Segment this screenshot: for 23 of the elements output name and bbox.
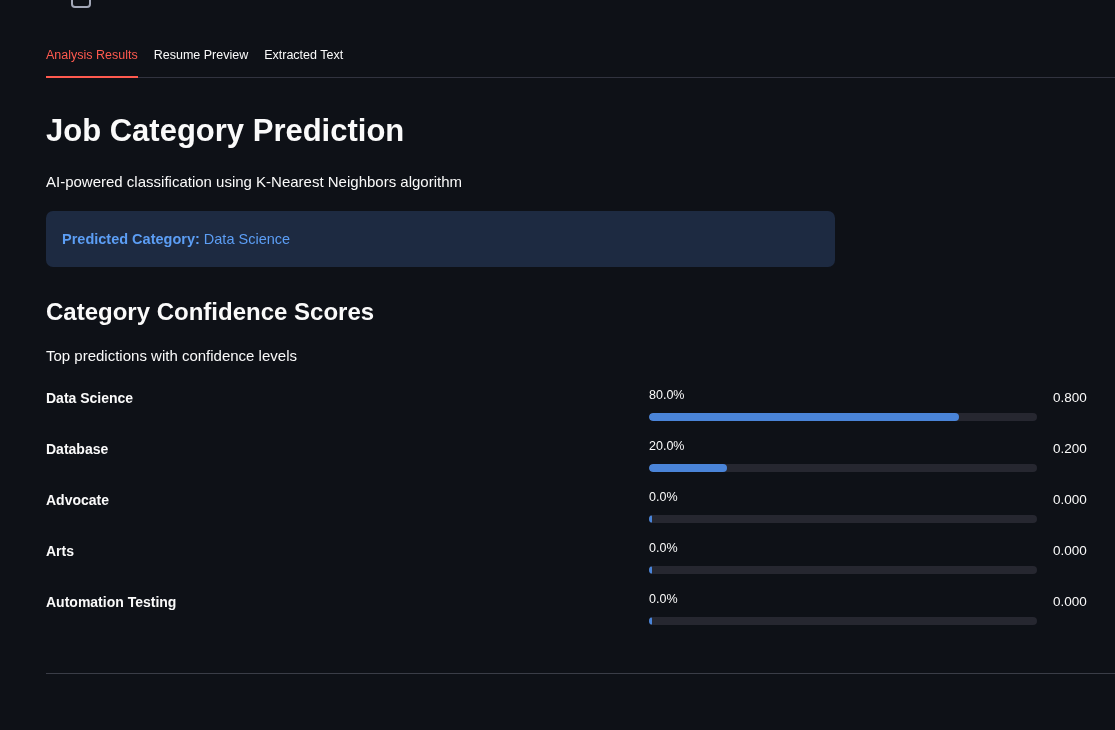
prediction-info-box: Predicted Category: Data Science [46,211,835,267]
category-label: Data Science [46,389,135,408]
page-subtitle: AI-powered classification using K-Nearest Neighbors algorithm [46,172,464,192]
percent-label: 20.0% [649,438,685,454]
section-heading: Category Confidence Scores [46,297,376,327]
percent-label: 80.0% [649,387,685,403]
section-subtitle: Top predictions with confidence levels [46,346,298,366]
category-label: Automation Testing [46,593,178,612]
percent-label: 0.0% [649,489,678,505]
tab[interactable]: Analysis Results [46,44,138,78]
category-label: Arts [46,542,75,561]
score-value: 0.200 [1053,440,1087,458]
score-value: 0.800 [1053,389,1087,407]
page-heading: Job Category Prediction [46,113,406,149]
percent-label: 0.0% [649,540,678,556]
category-label: Database [46,440,110,459]
score-value: 0.000 [1053,593,1087,611]
score-value: 0.000 [1053,491,1087,509]
score-value: 0.000 [1053,542,1087,560]
category-label: Advocate [46,491,111,510]
tab[interactable]: Extracted Text [264,44,344,78]
percent-label: 0.0% [649,591,678,607]
tab[interactable]: Resume Preview [153,44,249,78]
